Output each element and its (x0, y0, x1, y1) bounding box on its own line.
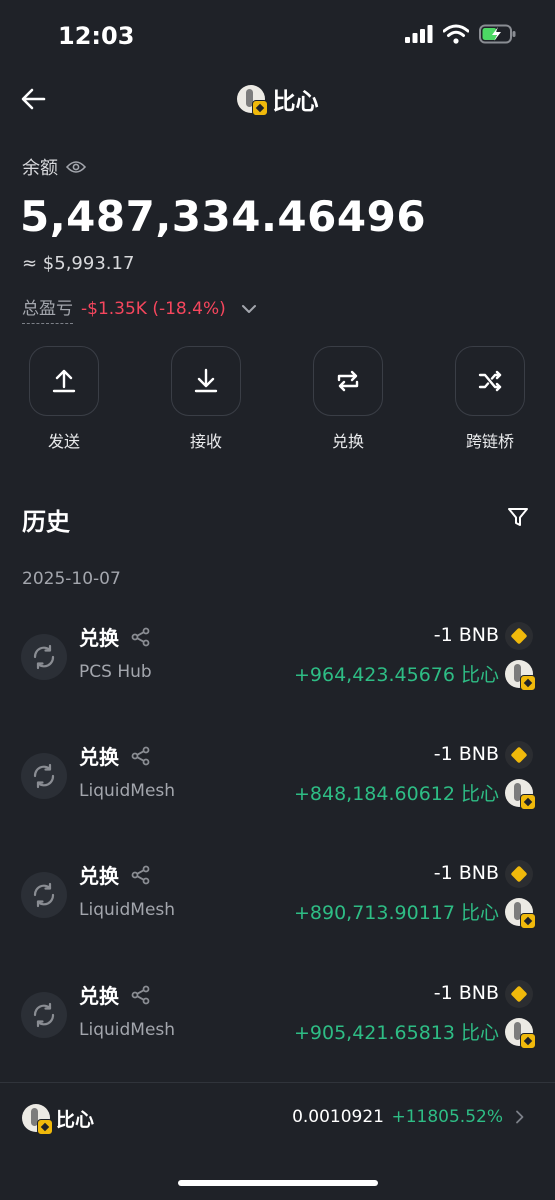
divider (0, 1082, 555, 1083)
tx-source: LiquidMesh (79, 900, 176, 920)
battery-charging-icon (479, 24, 516, 44)
balance-label: 余额 (22, 158, 58, 179)
tx-type-row: 兑换 (79, 622, 151, 651)
bridge-icon (478, 370, 502, 392)
eye-icon[interactable] (66, 160, 86, 174)
history-title: 历史 (22, 508, 70, 536)
share-icon[interactable] (131, 865, 151, 885)
coin-token-icon (505, 660, 536, 691)
tx-source: PCS Hub (79, 662, 152, 682)
chevron-right-icon[interactable] (513, 1110, 527, 1124)
pnl-value: -$1.35K (-18.4%) (81, 299, 226, 319)
transaction-row[interactable]: 兑换 PCS Hub -1 BNB +964,423.45676 比心 (0, 622, 555, 722)
transaction-row[interactable]: 兑换 LiquidMesh -1 BNB +848,184.60612 比心 (0, 741, 555, 841)
header-title-group: 比心 (0, 82, 555, 116)
tx-type: 兑换 (79, 984, 119, 1008)
bnb-token-icon (505, 741, 533, 769)
tx-type: 兑换 (79, 864, 119, 888)
share-icon[interactable] (131, 746, 151, 766)
bridge-label: 跨链桥 (465, 432, 514, 451)
tx-out-amount: -1 BNB (433, 982, 499, 1004)
swap-icon (337, 370, 359, 392)
send-label: 发送 (47, 432, 80, 451)
tx-in-amount: +890,713.90117 比心 (293, 902, 499, 924)
wifi-icon (443, 24, 469, 44)
transaction-row[interactable]: 兑换 LiquidMesh -1 BNB +890,713.90117 比心 (0, 860, 555, 960)
filter-icon[interactable] (507, 506, 529, 528)
bnb-token-icon (505, 622, 533, 650)
swap-label: 兑换 (331, 432, 364, 451)
receive-label: 接收 (189, 432, 222, 451)
coin-token-icon (505, 1018, 536, 1049)
bottom-token-change: +11805.52% (391, 1107, 503, 1127)
bnb-token-icon (505, 860, 533, 888)
status-time: 12:03 (58, 22, 135, 50)
swap-button[interactable]: 兑换 (298, 346, 398, 452)
coin-logo-icon (236, 85, 268, 116)
page-title: 比心 (272, 89, 319, 115)
transaction-row[interactable]: 兑换 LiquidMesh -1 BNB +905,421.65813 比心 (0, 980, 555, 1080)
share-icon[interactable] (131, 627, 151, 647)
coin-token-icon (505, 779, 536, 810)
balance-amount: 5,487,334.46496 (20, 192, 427, 241)
share-icon[interactable] (131, 985, 151, 1005)
status-icons (405, 24, 517, 44)
swap-circle-icon (21, 872, 67, 918)
tx-type-row: 兑换 (79, 860, 151, 889)
screen: 12:03 比心 余额 5,487,334.46496 ≈ $5,993.17 … (0, 0, 555, 1200)
bnb-token-icon (505, 980, 533, 1008)
pnl-label[interactable]: 总盈亏 (22, 294, 73, 324)
send-button[interactable]: 发送 (14, 346, 114, 452)
header: 比心 (0, 72, 555, 128)
upload-icon (52, 369, 76, 393)
bottom-token-price: 0.0010921 (292, 1107, 384, 1127)
tx-out-amount: -1 BNB (433, 862, 499, 884)
swap-circle-icon (21, 634, 67, 680)
download-icon (194, 368, 218, 393)
balance-label-row: 余额 (22, 154, 86, 180)
tx-type-row: 兑换 (79, 980, 151, 1009)
tx-source: LiquidMesh (79, 1020, 176, 1040)
tx-out-amount: -1 BNB (433, 743, 499, 765)
balance-usd: ≈ $5,993.17 (22, 253, 135, 274)
signal-icon (405, 25, 433, 43)
receive-button[interactable]: 接收 (156, 346, 256, 452)
history-date: 2025-10-07 (22, 569, 121, 589)
tx-in-amount: +964,423.45676 比心 (293, 664, 499, 686)
bridge-button[interactable]: 跨链桥 (440, 346, 540, 452)
tx-type-row: 兑换 (79, 741, 151, 770)
tx-in-amount: +905,421.65813 比心 (293, 1022, 499, 1044)
tx-type: 兑换 (79, 626, 119, 650)
pnl-row[interactable]: 总盈亏 -$1.35K (-18.4%) (22, 294, 258, 324)
chevron-down-icon[interactable] (240, 303, 258, 315)
home-indicator (178, 1180, 378, 1186)
tx-type: 兑换 (79, 745, 119, 769)
tx-source: LiquidMesh (79, 781, 176, 801)
coin-logo-icon (22, 1104, 53, 1135)
tx-out-amount: -1 BNB (433, 624, 499, 646)
swap-circle-icon (21, 753, 67, 799)
status-bar: 12:03 (0, 0, 555, 72)
swap-circle-icon (21, 992, 67, 1038)
tx-in-amount: +848,184.60612 比心 (293, 783, 499, 805)
token-price-bar[interactable]: 比心 0.0010921 +11805.52% (0, 1100, 555, 1140)
bottom-token-name: 比心 (56, 1109, 95, 1131)
coin-token-icon (505, 898, 536, 929)
